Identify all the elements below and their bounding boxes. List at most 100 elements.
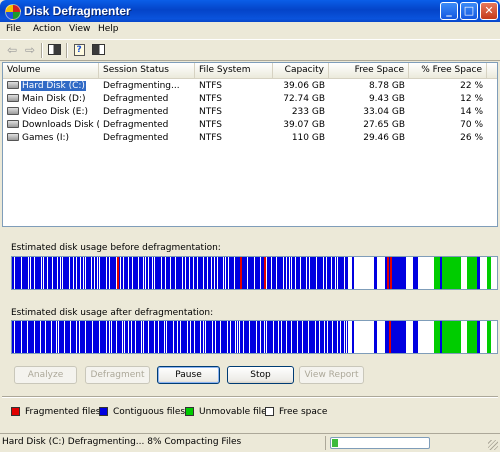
free-cluster-line [264, 321, 265, 353]
free-cluster-line [273, 321, 274, 353]
free-cluster-line [166, 321, 167, 353]
free-cluster-line [327, 321, 328, 353]
free-cluster-line [76, 321, 77, 353]
free-cluster-line [212, 321, 213, 353]
free-cluster-line [69, 257, 70, 289]
free-cluster-line [260, 257, 261, 289]
free-cluster-line [291, 257, 292, 289]
free-cluster-line [249, 321, 250, 353]
free-cluster-line [85, 321, 86, 353]
free-cluster-line [141, 321, 142, 353]
menu-file[interactable]: File [6, 24, 21, 34]
view-report-button[interactable]: View Report [299, 366, 364, 384]
free-cluster-line [217, 257, 218, 289]
volume-free-space: 27.65 GB [363, 120, 405, 130]
fragmented-swatch [11, 407, 20, 416]
volume-row[interactable]: Downloads Disk (F:) Defragmented NTFS 39… [3, 119, 497, 132]
pause-button[interactable]: Pause [157, 366, 220, 384]
help-document-icon[interactable] [71, 43, 87, 57]
free-space-swatch [265, 407, 274, 416]
free-cluster-line [190, 321, 191, 353]
free-cluster-line [200, 321, 201, 353]
volume-name: Downloads Disk (F:) [22, 120, 99, 130]
menu-help[interactable]: Help [98, 24, 119, 34]
contiguous-swatch [99, 407, 108, 416]
hard-drive-icon [7, 93, 19, 102]
resize-grip[interactable] [488, 440, 498, 450]
column-volume[interactable]: Volume [3, 63, 99, 78]
contiguous-cluster [374, 257, 377, 289]
column-percent-free-space[interactable]: % Free Space [409, 63, 487, 78]
column-file-system[interactable]: File System [195, 63, 273, 78]
legend-free-space: Free space [265, 407, 327, 418]
free-cluster-line [91, 257, 92, 289]
free-cluster-line [194, 321, 195, 353]
free-cluster-line [51, 321, 52, 353]
free-cluster-line [344, 257, 345, 289]
free-cluster-line [324, 321, 325, 353]
column-free-space[interactable]: Free Space [329, 63, 409, 78]
analyze-button[interactable]: Analyze [14, 366, 77, 384]
toolbar-separator [66, 43, 68, 58]
volume-name: Main Disk (D:) [22, 94, 86, 104]
toolbar-separator [41, 43, 43, 58]
free-cluster-line [143, 321, 144, 353]
contiguous-block [395, 257, 406, 289]
volume-row[interactable]: Games (I:) Defragmented NTFS 110 GB 29.4… [3, 132, 497, 145]
column-capacity[interactable]: Capacity [273, 63, 329, 78]
show-hide-console-tree-icon[interactable] [46, 43, 62, 57]
free-cluster-line [278, 321, 279, 353]
free-cluster-line [180, 321, 181, 353]
close-button[interactable]: ✕ [480, 2, 498, 20]
show-hide-action-pane-icon[interactable] [90, 43, 106, 57]
free-cluster-line [197, 257, 198, 289]
free-cluster-line [235, 321, 236, 353]
minimize-button[interactable]: _ [440, 2, 458, 20]
fragmented-cluster [240, 257, 242, 289]
hard-drive-icon [7, 80, 19, 89]
unmovable-block [467, 257, 477, 289]
free-cluster-line [14, 257, 15, 289]
column-session-status[interactable]: Session Status [99, 63, 195, 78]
volume-row[interactable]: Video Disk (E:) Defragmented NTFS 233 GB… [3, 106, 497, 119]
defragment-button[interactable]: Defragment [85, 366, 150, 384]
free-cluster-line [302, 321, 303, 353]
stop-button[interactable]: Stop [227, 366, 294, 384]
unmovable-block [442, 321, 461, 353]
volume-row[interactable]: Hard Disk (C:) Defragmenting... NTFS 39.… [3, 80, 497, 93]
free-cluster-line [128, 321, 129, 353]
forward-arrow-icon[interactable]: ⇨ [22, 43, 38, 57]
free-cluster-line [109, 257, 110, 289]
free-cluster-line [56, 321, 57, 353]
free-cluster-line [254, 257, 255, 289]
window-title: Disk Defragmenter [24, 4, 131, 18]
menu-action[interactable]: Action [33, 24, 61, 34]
volume-row[interactable]: Main Disk (D:) Defragmented NTFS 72.74 G… [3, 93, 497, 106]
volume-capacity: 110 GB [291, 133, 325, 143]
free-cluster-line [346, 321, 347, 353]
unmovable-swatch [185, 407, 194, 416]
free-cluster-line [319, 321, 320, 353]
free-cluster-line [161, 257, 162, 289]
free-cluster-line [309, 257, 310, 289]
free-cluster-line [148, 257, 149, 289]
volume-list[interactable]: Volume Session Status File System Capaci… [2, 62, 498, 227]
free-cluster-line [43, 257, 44, 289]
free-cluster-line [326, 257, 327, 289]
free-cluster-line [348, 321, 349, 353]
free-cluster-line [73, 257, 74, 289]
free-cluster-line [177, 321, 178, 353]
title-bar[interactable]: Disk Defragmenter _ □ ✕ [0, 0, 500, 22]
free-cluster-line [52, 257, 53, 289]
free-cluster-line [211, 257, 212, 289]
volume-status: Defragmented [103, 107, 169, 117]
free-cluster-line [315, 321, 316, 353]
back-arrow-icon[interactable]: ⇦ [4, 43, 20, 57]
volume-file-system: NTFS [199, 120, 222, 130]
free-cluster-line [83, 257, 84, 289]
volume-list-header: Volume Session Status File System Capaci… [3, 63, 497, 79]
volume-free-space: 8.78 GB [368, 81, 405, 91]
free-cluster-line [308, 321, 309, 353]
maximize-button[interactable]: □ [460, 2, 478, 20]
menu-view[interactable]: View [69, 24, 90, 34]
